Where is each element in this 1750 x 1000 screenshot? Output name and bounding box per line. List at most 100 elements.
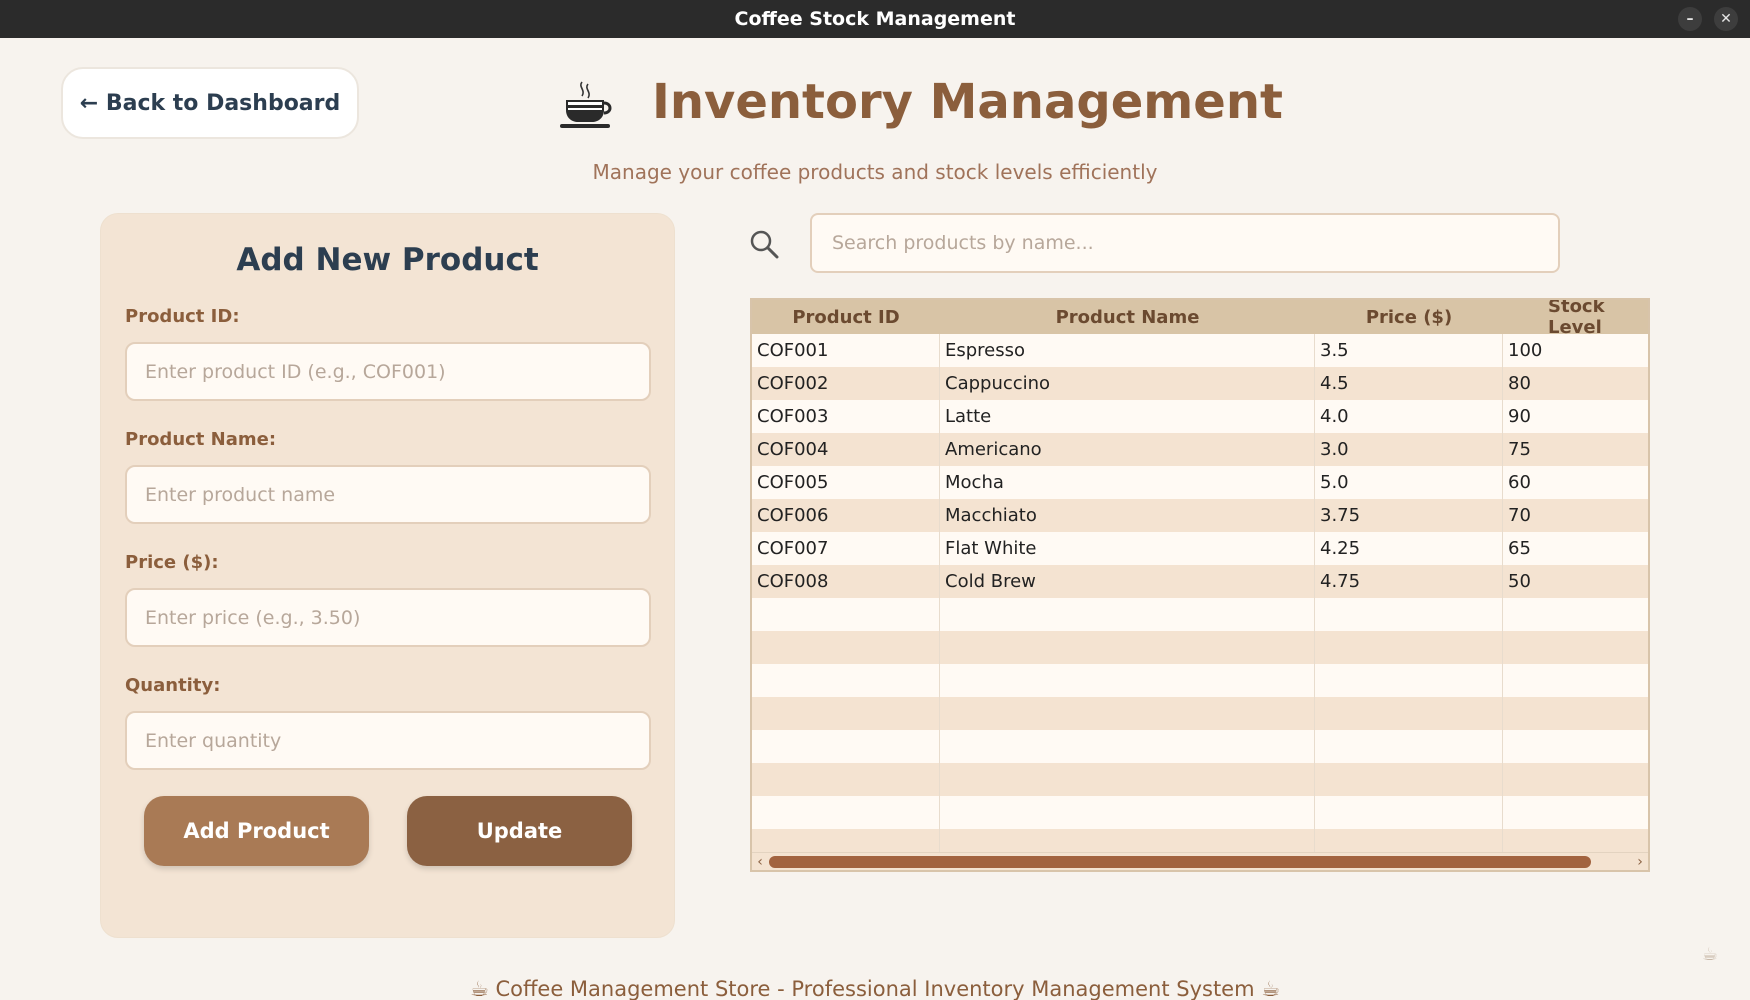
close-button[interactable]: ✕ xyxy=(1714,7,1738,31)
table-cell: 65 xyxy=(1508,538,1531,559)
table-cell: 3.0 xyxy=(1315,433,1503,466)
table-row[interactable]: COF008 Cold Brew 4.75 50 xyxy=(752,565,1648,598)
table-row[interactable]: COF005 Mocha 5.0 60 xyxy=(752,466,1648,499)
product-id-input[interactable] xyxy=(125,342,651,401)
table-row[interactable]: COF001 Espresso 3.5 100 xyxy=(752,334,1648,367)
table-cell xyxy=(752,730,940,763)
table-cell: Macchiato xyxy=(940,499,1315,532)
table-cell xyxy=(752,796,940,829)
product-name-label: Product Name: xyxy=(125,429,277,450)
window-controls: – ✕ xyxy=(1678,7,1738,31)
table-cell xyxy=(1503,664,1648,697)
table-cell: Flat White xyxy=(940,532,1315,565)
table-cell xyxy=(1315,763,1503,796)
page-subtitle: Manage your coffee products and stock le… xyxy=(592,160,1158,184)
table-row[interactable] xyxy=(752,664,1648,697)
scroll-thumb[interactable] xyxy=(769,856,1591,868)
coffee-corner-icon: ☕ xyxy=(1702,944,1719,965)
table-cell xyxy=(1315,631,1503,664)
title-bar: Coffee Stock Management – ✕ xyxy=(0,0,1750,38)
panel-title: Add New Product xyxy=(236,242,539,278)
table-cell xyxy=(752,598,940,631)
table-row[interactable] xyxy=(752,598,1648,631)
add-product-button[interactable]: Add Product xyxy=(144,796,369,866)
table-cell xyxy=(940,796,1315,829)
minimize-button[interactable]: – xyxy=(1678,7,1702,31)
table-cell: Mocha xyxy=(940,466,1315,499)
table-row[interactable]: COF003 Latte 4.0 90 xyxy=(752,400,1648,433)
header-stock-level[interactable]: Stock Level xyxy=(1503,300,1648,338)
header-price[interactable]: Price ($) xyxy=(1315,300,1503,334)
table-cell xyxy=(1315,730,1503,763)
table-cell xyxy=(940,598,1315,631)
footer-text: ☕ Coffee Management Store - Professional… xyxy=(469,977,1281,1000)
horizontal-scrollbar[interactable]: ‹ › xyxy=(752,852,1648,870)
table-cell: 70 xyxy=(1508,505,1531,526)
table-cell: Americano xyxy=(940,433,1315,466)
table-row[interactable]: COF004 Americano 3.0 75 xyxy=(752,433,1648,466)
price-label: Price ($): xyxy=(125,552,219,573)
header-product-name[interactable]: Product Name xyxy=(940,300,1315,334)
product-name-input[interactable] xyxy=(125,465,651,524)
table-cell xyxy=(752,664,940,697)
window-title: Coffee Stock Management xyxy=(734,8,1016,30)
table-cell xyxy=(1315,697,1503,730)
table-header: Product ID Product Name Price ($) Stock … xyxy=(752,300,1648,338)
table-cell xyxy=(1315,598,1503,631)
table-body: COF001 Espresso 3.5 100 COF002 Cappuccino 4.5 8… xyxy=(752,334,1648,862)
table-cell: 60 xyxy=(1508,472,1531,493)
table-row[interactable]: COF002 Cappuccino 4.5 80 xyxy=(752,367,1648,400)
add-product-panel: Add New Product Product ID: Product Name… xyxy=(100,213,675,938)
table-cell xyxy=(752,697,940,730)
quantity-input[interactable] xyxy=(125,711,651,770)
table-cell: 4.5 xyxy=(1315,367,1503,400)
table-row[interactable] xyxy=(752,730,1648,763)
table-row[interactable]: COF007 Flat White 4.25 65 xyxy=(752,532,1648,565)
table-cell xyxy=(940,697,1315,730)
table-cell: 4.0 xyxy=(1315,400,1503,433)
table-cell: Latte xyxy=(940,400,1315,433)
table-row[interactable] xyxy=(752,697,1648,730)
table-cell xyxy=(752,763,940,796)
table-cell xyxy=(940,730,1315,763)
price-input[interactable] xyxy=(125,588,651,647)
products-table: Product ID Product Name Price ($) Stock … xyxy=(750,298,1650,872)
table-cell: COF007 xyxy=(752,532,940,565)
quantity-label: Quantity: xyxy=(125,675,221,696)
table-cell: 50 xyxy=(1508,571,1531,592)
header-product-id[interactable]: Product ID xyxy=(752,300,940,334)
table-row[interactable] xyxy=(752,796,1648,829)
table-cell: COF008 xyxy=(752,565,940,598)
table-cell: COF005 xyxy=(752,466,940,499)
table-cell: 4.75 xyxy=(1315,565,1503,598)
table-cell xyxy=(940,631,1315,664)
table-cell: COF003 xyxy=(752,400,940,433)
table-cell xyxy=(1503,598,1648,631)
table-cell: Cold Brew xyxy=(940,565,1315,598)
update-button[interactable]: Update xyxy=(407,796,632,866)
table-cell: Espresso xyxy=(940,334,1315,367)
coffee-cup-icon xyxy=(560,81,612,128)
back-to-dashboard-button[interactable]: ← Back to Dashboard xyxy=(61,67,359,139)
product-id-label: Product ID: xyxy=(125,306,240,327)
search-icon xyxy=(750,230,779,259)
table-row[interactable]: COF006 Macchiato 3.75 70 xyxy=(752,499,1648,532)
table-row[interactable] xyxy=(752,631,1648,664)
table-cell xyxy=(1503,631,1648,664)
table-cell: COF006 xyxy=(752,499,940,532)
table-cell: 3.75 xyxy=(1315,499,1503,532)
table-cell: 80 xyxy=(1508,373,1531,394)
table-cell: Cappuccino xyxy=(940,367,1315,400)
scroll-left-icon[interactable]: ‹ xyxy=(752,853,768,870)
table-cell xyxy=(1503,763,1648,796)
table-cell xyxy=(1315,796,1503,829)
scroll-right-icon[interactable]: › xyxy=(1632,853,1648,870)
table-cell: COF004 xyxy=(752,433,940,466)
table-cell: COF002 xyxy=(752,367,940,400)
search-input[interactable] xyxy=(810,213,1560,273)
table-cell xyxy=(940,664,1315,697)
table-cell: 5.0 xyxy=(1315,466,1503,499)
table-cell xyxy=(1315,664,1503,697)
table-cell xyxy=(1503,697,1648,730)
table-row[interactable] xyxy=(752,763,1648,796)
